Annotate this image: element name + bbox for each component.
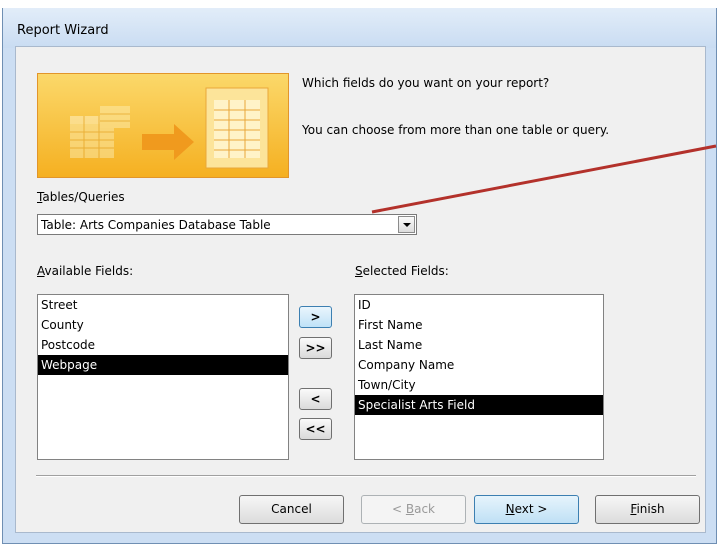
tables-queries-label: Tables/Queries bbox=[37, 190, 125, 204]
selected-label-text: elected Fields: bbox=[362, 264, 449, 278]
window-title: Report Wizard bbox=[17, 23, 109, 38]
selected-fields-list[interactable]: ID First Name Last Name Company Name Tow… bbox=[354, 294, 604, 460]
available-fields-list[interactable]: Street County Postcode Webpage bbox=[37, 294, 289, 460]
back-mnemonic: B bbox=[405, 502, 415, 516]
selected-field-item[interactable]: Last Name bbox=[355, 335, 603, 355]
available-label-text: vailable Fields: bbox=[44, 264, 134, 278]
finish-button[interactable]: Finish bbox=[595, 495, 700, 524]
selected-field-item[interactable]: First Name bbox=[355, 315, 603, 335]
available-field-item[interactable]: County bbox=[38, 315, 288, 335]
tables-label-text: ables/Queries bbox=[42, 190, 125, 204]
next-label: ext > bbox=[514, 502, 548, 516]
next-button[interactable]: Next > bbox=[474, 495, 579, 524]
available-field-item[interactable]: Postcode bbox=[38, 335, 288, 355]
tables-queries-value: Table: Arts Companies Database Table bbox=[41, 218, 271, 232]
dropdown-button[interactable] bbox=[398, 216, 415, 233]
button-separator bbox=[36, 475, 696, 477]
next-mnemonic: N bbox=[505, 502, 515, 516]
selected-field-item[interactable]: Company Name bbox=[355, 355, 603, 375]
selected-fields-label: Selected Fields: bbox=[355, 264, 449, 278]
wizard-question: Which fields do you want on your report? bbox=[302, 76, 550, 90]
available-fields-label: Available Fields: bbox=[37, 264, 133, 278]
add-field-button[interactable]: > bbox=[299, 306, 332, 328]
available-mnemonic: A bbox=[37, 264, 45, 278]
back-prefix: < bbox=[391, 502, 406, 516]
selected-field-item[interactable]: Town/City bbox=[355, 375, 603, 395]
remove-all-fields-button[interactable]: << bbox=[299, 418, 332, 440]
back-button[interactable]: < Back bbox=[361, 495, 466, 524]
add-all-fields-button[interactable]: >> bbox=[299, 337, 332, 359]
wizard-hint: You can choose from more than one table … bbox=[302, 123, 610, 137]
selected-mnemonic: S bbox=[355, 264, 363, 278]
cancel-button[interactable]: Cancel bbox=[239, 495, 344, 524]
wizard-illustration bbox=[37, 73, 289, 178]
title-bar[interactable]: Report Wizard bbox=[3, 8, 716, 48]
selected-field-item[interactable]: ID bbox=[355, 295, 603, 315]
available-field-item[interactable]: Street bbox=[38, 295, 288, 315]
finish-label: inish bbox=[636, 502, 665, 516]
wizard-body: Which fields do you want on your report?… bbox=[15, 46, 706, 533]
wizard-window: Report Wizard Which fields do you want o… bbox=[2, 8, 717, 544]
tables-queries-combobox[interactable]: Table: Arts Companies Database Table bbox=[37, 214, 417, 235]
report-illustration-icon bbox=[70, 87, 269, 169]
available-field-item-selected[interactable]: Webpage bbox=[38, 355, 288, 375]
selected-field-item-selected[interactable]: Specialist Arts Field bbox=[355, 395, 603, 415]
chevron-down-icon bbox=[403, 223, 411, 227]
remove-field-button[interactable]: < bbox=[299, 388, 332, 410]
back-label: ack bbox=[414, 502, 435, 516]
